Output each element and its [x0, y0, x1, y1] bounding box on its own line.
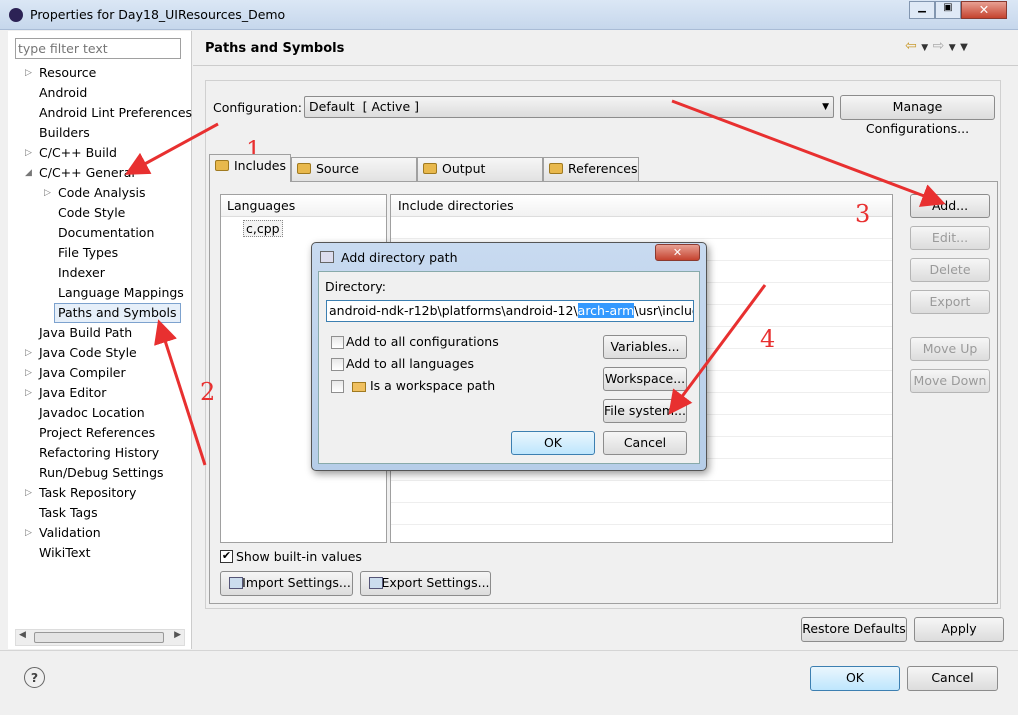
arrow-1: [124, 122, 219, 175]
annotation-2: 2: [200, 378, 216, 406]
annotation-4: 4: [760, 325, 776, 353]
annotation-3: 3: [855, 200, 871, 228]
arrow-4: [668, 284, 767, 415]
folder-icon: [215, 160, 229, 171]
arrow-2: [154, 319, 207, 466]
arrow-3: [671, 99, 946, 207]
annotation-arrows: [124, 99, 946, 466]
tab-includes[interactable]: Includes: [209, 154, 291, 182]
